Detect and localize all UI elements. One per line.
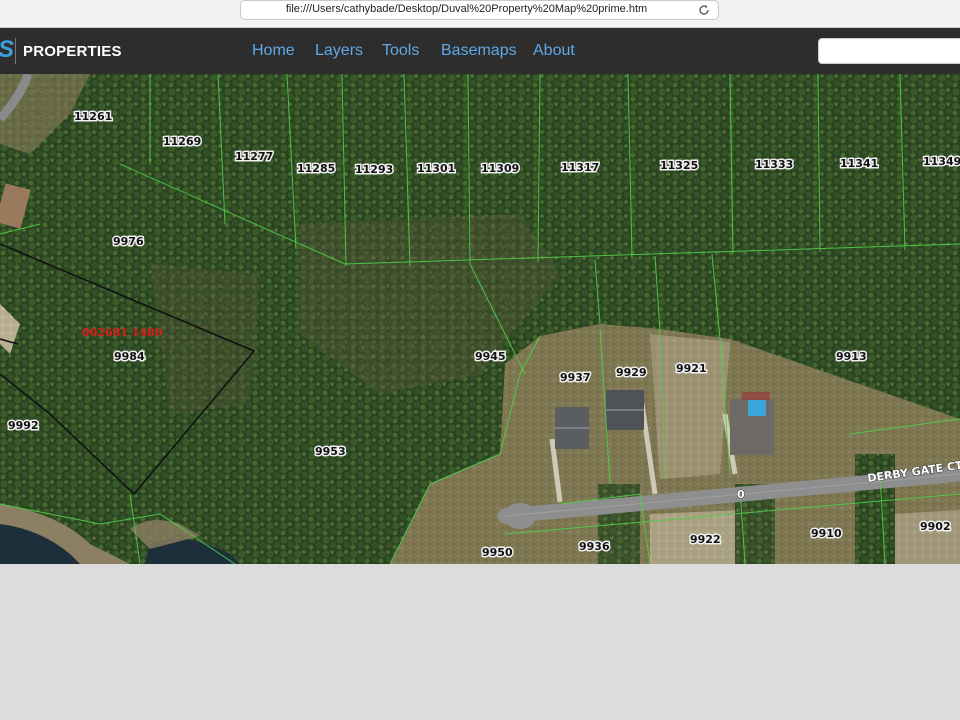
- street-number-label: 0: [737, 488, 745, 501]
- parcel-label[interactable]: 11349: [922, 154, 960, 170]
- parcel-label[interactable]: 9953: [314, 444, 348, 460]
- parcel-label[interactable]: 11333: [754, 157, 795, 173]
- nav-basemaps[interactable]: Basemaps: [441, 42, 517, 60]
- parcel-label[interactable]: 9936: [578, 539, 612, 555]
- logo-icon: S: [0, 36, 14, 64]
- parcel-label[interactable]: 11309: [480, 161, 521, 177]
- parcel-label[interactable]: 9913: [835, 349, 869, 365]
- house: [606, 390, 644, 430]
- parcel-label[interactable]: 11301: [416, 161, 457, 177]
- parcel-label[interactable]: 9922: [689, 532, 723, 548]
- house: [555, 407, 589, 449]
- nav-home[interactable]: Home: [252, 42, 295, 60]
- browser-chrome: file:///Users/cathybade/Desktop/Duval%20…: [0, 0, 960, 28]
- parcel-label[interactable]: 11293: [354, 162, 395, 178]
- parcel-label[interactable]: 9921: [675, 361, 709, 377]
- sand-lot: [650, 334, 730, 479]
- parcel-label[interactable]: 9929: [615, 365, 649, 381]
- map-view[interactable]: 11261 11269 11277 11285 11293 11301 1130…: [0, 74, 960, 564]
- parcel-label[interactable]: 9950: [481, 545, 515, 561]
- parcel-label[interactable]: 9992: [7, 418, 41, 434]
- parcel-label[interactable]: 9984: [113, 349, 147, 365]
- selected-parcel-id[interactable]: 002681 1480: [82, 326, 163, 339]
- sand-lot: [890, 510, 960, 564]
- parcel-label[interactable]: 9937: [559, 370, 593, 386]
- reload-icon[interactable]: [698, 4, 710, 16]
- parcel-label[interactable]: 11325: [659, 158, 700, 174]
- nav-tools[interactable]: Tools: [382, 42, 419, 60]
- empty-panel: [0, 564, 960, 720]
- aerial-map[interactable]: 11261 11269 11277 11285 11293 11301 1130…: [0, 74, 960, 564]
- parcel-label[interactable]: 11317: [560, 160, 601, 176]
- house: [730, 392, 774, 455]
- parcel-label[interactable]: 9945: [474, 349, 508, 365]
- parcel-label[interactable]: 11285: [296, 161, 337, 177]
- nav-about[interactable]: About: [533, 42, 575, 60]
- parcel-label[interactable]: 11341: [839, 156, 880, 172]
- app-navbar: S PROPERTIES Home Layers Tools Basemaps …: [0, 28, 960, 74]
- parcel-label[interactable]: 11269: [162, 134, 203, 150]
- parcel-label[interactable]: 9902: [919, 519, 953, 535]
- logo-divider: [15, 38, 16, 64]
- parcel-label[interactable]: 9910: [810, 526, 844, 542]
- address-bar-url[interactable]: file:///Users/cathybade/Desktop/Duval%20…: [241, 3, 692, 15]
- parcel-label[interactable]: 9976: [112, 234, 146, 250]
- parcel-label[interactable]: 11261: [73, 109, 114, 125]
- brand-title: PROPERTIES: [23, 43, 122, 60]
- address-bar[interactable]: file:///Users/cathybade/Desktop/Duval%20…: [240, 0, 719, 20]
- parcel-label[interactable]: 11277: [234, 149, 275, 165]
- search-input[interactable]: [818, 38, 960, 64]
- nav-layers[interactable]: Layers: [315, 42, 363, 60]
